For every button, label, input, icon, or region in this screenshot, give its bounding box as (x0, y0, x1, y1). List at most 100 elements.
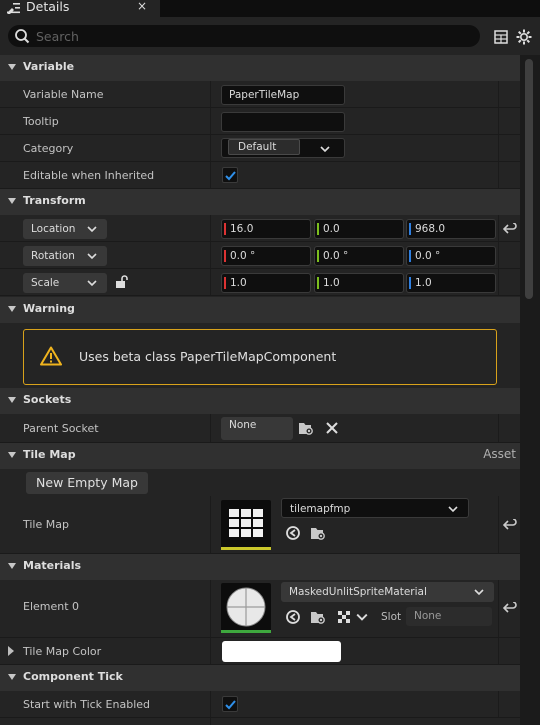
category-transform[interactable]: Transform (0, 189, 520, 215)
warning-text: Uses beta class PaperTileMapComponent (79, 349, 337, 364)
category-variable[interactable]: Variable (0, 55, 520, 81)
reset-to-default-icon[interactable] (503, 602, 517, 614)
reset-column-divider (498, 580, 499, 637)
use-selected-asset-icon[interactable] (285, 610, 301, 624)
property-label: Element 0 (23, 600, 80, 613)
search-box[interactable] (8, 25, 480, 47)
property-label: Variable Name (23, 88, 104, 101)
rotation-x-field[interactable]: 0.0 ° (221, 246, 311, 266)
row-location: Location 16.0 0.0 968.0 (0, 215, 520, 242)
category-title: Tile Map (23, 448, 76, 461)
column-divider (210, 580, 211, 637)
row-tile-map: Tile Map tilemapfmp (0, 496, 520, 554)
column-divider (210, 638, 211, 664)
search-input[interactable] (36, 27, 466, 45)
rotation-z-field[interactable]: 0.0 ° (406, 246, 496, 266)
variable-name-field[interactable]: PaperTileMap (221, 85, 345, 105)
tooltip-field[interactable] (221, 112, 345, 132)
column-divider (210, 691, 211, 717)
category-warning[interactable]: Warning (0, 297, 520, 323)
lock-open-icon[interactable] (115, 275, 129, 289)
y-axis-bar (317, 250, 319, 262)
location-y-field[interactable]: 0.0 (314, 219, 404, 239)
location-z-field[interactable]: 968.0 (406, 219, 496, 239)
column-divider (210, 414, 211, 442)
reset-to-default-icon[interactable] (503, 223, 517, 235)
y-axis-bar (317, 277, 319, 289)
reset-to-default-icon[interactable] (503, 519, 517, 531)
scale-x-field[interactable]: 1.0 (221, 273, 311, 293)
collapse-arrow-icon (8, 674, 16, 680)
expand-arrow-icon[interactable] (8, 646, 14, 656)
chevron-down-icon (87, 226, 97, 233)
column-divider (210, 242, 211, 268)
editable-inherited-checkbox[interactable] (222, 167, 238, 183)
material-asset-name: MaskedUnlitSpriteMaterial (289, 586, 427, 598)
property-label: Category (23, 142, 74, 155)
category-materials[interactable]: Materials (0, 554, 520, 580)
clear-x-icon[interactable] (325, 421, 339, 435)
checkmark-icon (225, 700, 236, 710)
scale-z-field[interactable]: 1.0 (406, 273, 496, 293)
property-label: Parent Socket (23, 422, 99, 435)
use-selected-asset-icon[interactable] (285, 526, 301, 540)
location-x-field[interactable]: 16.0 (221, 219, 311, 239)
row-tooltip: Tooltip (0, 108, 520, 135)
reset-column-divider (498, 496, 499, 553)
x-axis-bar (224, 223, 226, 235)
category-sockets[interactable]: Sockets (0, 388, 520, 414)
vertical-scrollbar[interactable] (520, 55, 540, 725)
checker-pattern-icon[interactable] (337, 610, 351, 624)
category-component-tick[interactable]: Component Tick (0, 665, 520, 691)
asset-type-color-bar (221, 630, 271, 633)
category-tile-map[interactable]: Tile Map Asset (0, 443, 520, 469)
row-parent-socket: Parent Socket None (0, 414, 520, 443)
collapse-arrow-icon (8, 198, 16, 204)
tile-map-thumbnail[interactable] (221, 500, 271, 550)
material-asset-dropdown[interactable]: MaskedUnlitSpriteMaterial (281, 582, 494, 602)
reset-column-divider (498, 269, 499, 295)
rotation-mode-dropdown[interactable]: Rotation (23, 246, 107, 266)
column-divider (210, 108, 211, 134)
slot-field[interactable]: None (406, 607, 492, 626)
collapse-arrow-icon (8, 64, 16, 70)
category-value: Default (228, 139, 300, 155)
category-dropdown[interactable]: Default (221, 138, 345, 158)
row-element-0: Element 0 MaskedUnlitSpriteMaterial Slot… (0, 580, 520, 638)
location-z-value: 968.0 (415, 223, 446, 235)
browse-asset-icon[interactable] (310, 610, 326, 624)
scale-y-field[interactable]: 1.0 (314, 273, 404, 293)
category-title: Transform (23, 194, 86, 207)
browse-socket-icon[interactable] (298, 421, 314, 435)
settings-gear-icon[interactable] (516, 29, 532, 45)
scrollbar-thumb[interactable] (525, 59, 533, 299)
scale-mode-dropdown[interactable]: Scale (23, 273, 107, 293)
property-label: Editable when Inherited (23, 169, 155, 182)
material-thumbnail[interactable] (221, 583, 271, 633)
chevron-down-icon[interactable] (356, 612, 368, 622)
reset-column-divider (498, 81, 499, 107)
close-icon[interactable]: × (137, 0, 147, 12)
collapse-arrow-icon (8, 452, 16, 458)
table-view-icon[interactable] (494, 30, 508, 44)
category-title: Sockets (23, 393, 72, 406)
tab-details[interactable]: Details × (0, 0, 160, 17)
browse-asset-icon[interactable] (310, 526, 326, 540)
new-empty-map-button[interactable]: New Empty Map (26, 472, 148, 494)
chevron-down-icon (320, 146, 330, 153)
tile-map-color-swatch[interactable] (222, 641, 341, 662)
tab-bar: Details × (0, 0, 540, 17)
reset-column-divider (498, 242, 499, 268)
reset-column-divider (498, 638, 499, 664)
tile-map-asset-name: tilemapfmp (290, 503, 351, 515)
column-divider (210, 269, 211, 295)
collapse-arrow-icon (8, 563, 16, 569)
tile-map-asset-dropdown[interactable]: tilemapfmp (281, 498, 469, 518)
rotation-y-field[interactable]: 0.0 ° (314, 246, 404, 266)
category-title: Warning (23, 302, 75, 315)
z-axis-bar (409, 277, 411, 289)
chevron-down-icon (87, 253, 97, 260)
start-with-tick-checkbox[interactable] (222, 696, 238, 712)
location-mode-dropdown[interactable]: Location (23, 219, 107, 239)
warning-icon (40, 346, 62, 366)
